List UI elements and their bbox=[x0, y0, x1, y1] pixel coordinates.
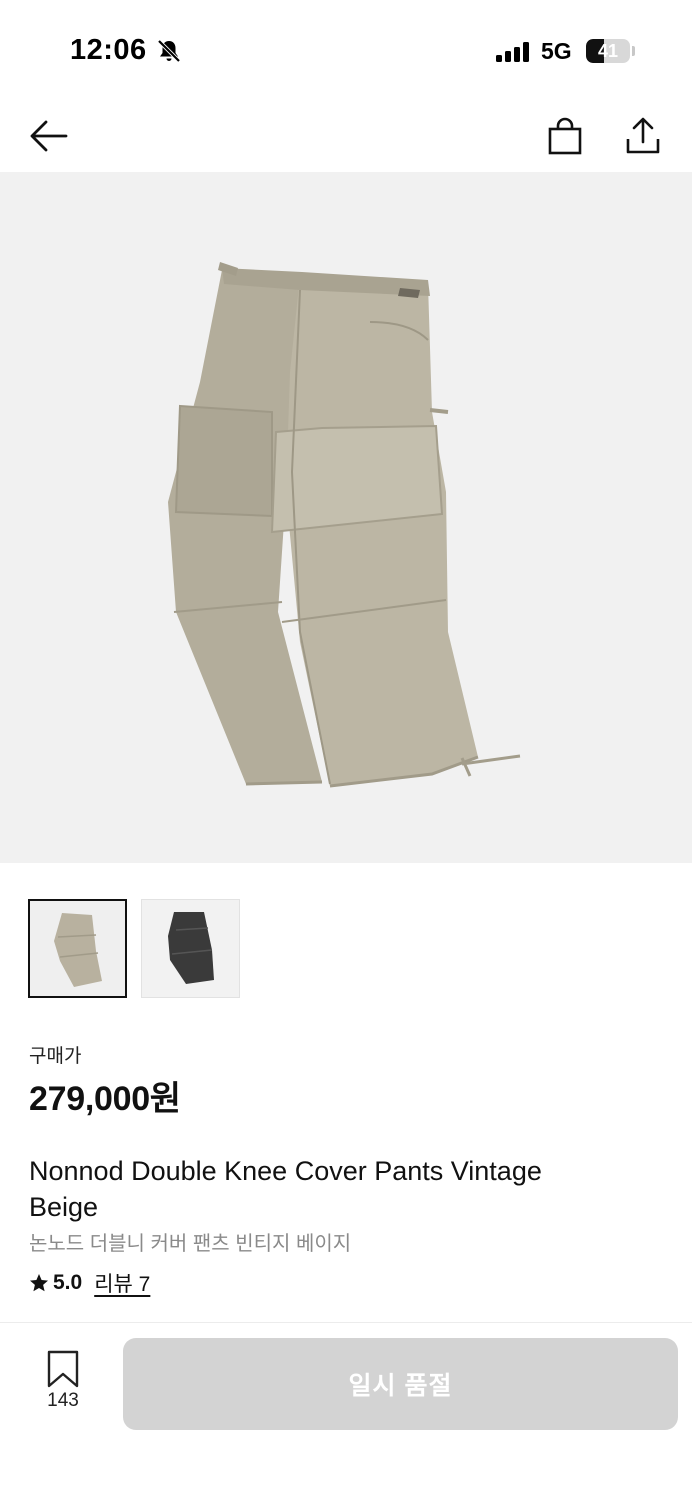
status-bar: 12:06 5G 41 bbox=[0, 0, 692, 100]
product-image[interactable] bbox=[0, 172, 692, 863]
pants-photo bbox=[168, 262, 521, 788]
battery-cap bbox=[632, 46, 635, 56]
status-time: 12:06 bbox=[70, 34, 147, 66]
star-icon bbox=[30, 1274, 48, 1292]
battery-level: 41 bbox=[597, 41, 619, 61]
bottom-divider bbox=[0, 1322, 692, 1323]
product-name-korean: 논노드 더블니 커버 팬츠 빈티지 베이지 bbox=[29, 1233, 352, 1255]
shopping-bag-icon bbox=[548, 117, 582, 155]
network-label: 5G bbox=[541, 38, 572, 64]
price-label: 구매가 bbox=[29, 1046, 82, 1067]
product-name-english: Nonnod Double Knee Cover Pants Vintage B… bbox=[29, 1156, 542, 1222]
back-button[interactable] bbox=[22, 110, 74, 162]
sold-out-label: 일시 품절 bbox=[348, 1372, 453, 1400]
bell-slash-icon bbox=[157, 39, 181, 63]
arrow-left-icon bbox=[30, 120, 68, 152]
battery-icon: 41 bbox=[586, 39, 630, 63]
thumbnail-list bbox=[28, 899, 240, 998]
rating-value: 5.0 bbox=[53, 1271, 83, 1294]
share-icon bbox=[626, 117, 660, 154]
bookmark-button[interactable]: 143 bbox=[36, 1350, 90, 1418]
review-link[interactable]: 리뷰 7 bbox=[94, 1268, 150, 1298]
price-value: 279,000원 bbox=[29, 1080, 181, 1118]
thumbnail-beige-photo bbox=[30, 901, 125, 996]
share-button[interactable] bbox=[617, 110, 669, 162]
cart-button[interactable] bbox=[539, 110, 591, 162]
signal-icon bbox=[496, 42, 529, 62]
thumbnail-black[interactable] bbox=[141, 899, 240, 998]
bookmark-icon bbox=[47, 1350, 79, 1388]
thumbnail-black-photo bbox=[142, 900, 239, 997]
sold-out-button[interactable]: 일시 품절 bbox=[123, 1338, 678, 1430]
rating-row: 5.0 리뷰 7 bbox=[29, 1268, 150, 1298]
nav-bar bbox=[0, 100, 692, 172]
thumbnail-vintage-beige[interactable] bbox=[28, 899, 127, 998]
bookmark-count: 143 bbox=[47, 1390, 79, 1411]
